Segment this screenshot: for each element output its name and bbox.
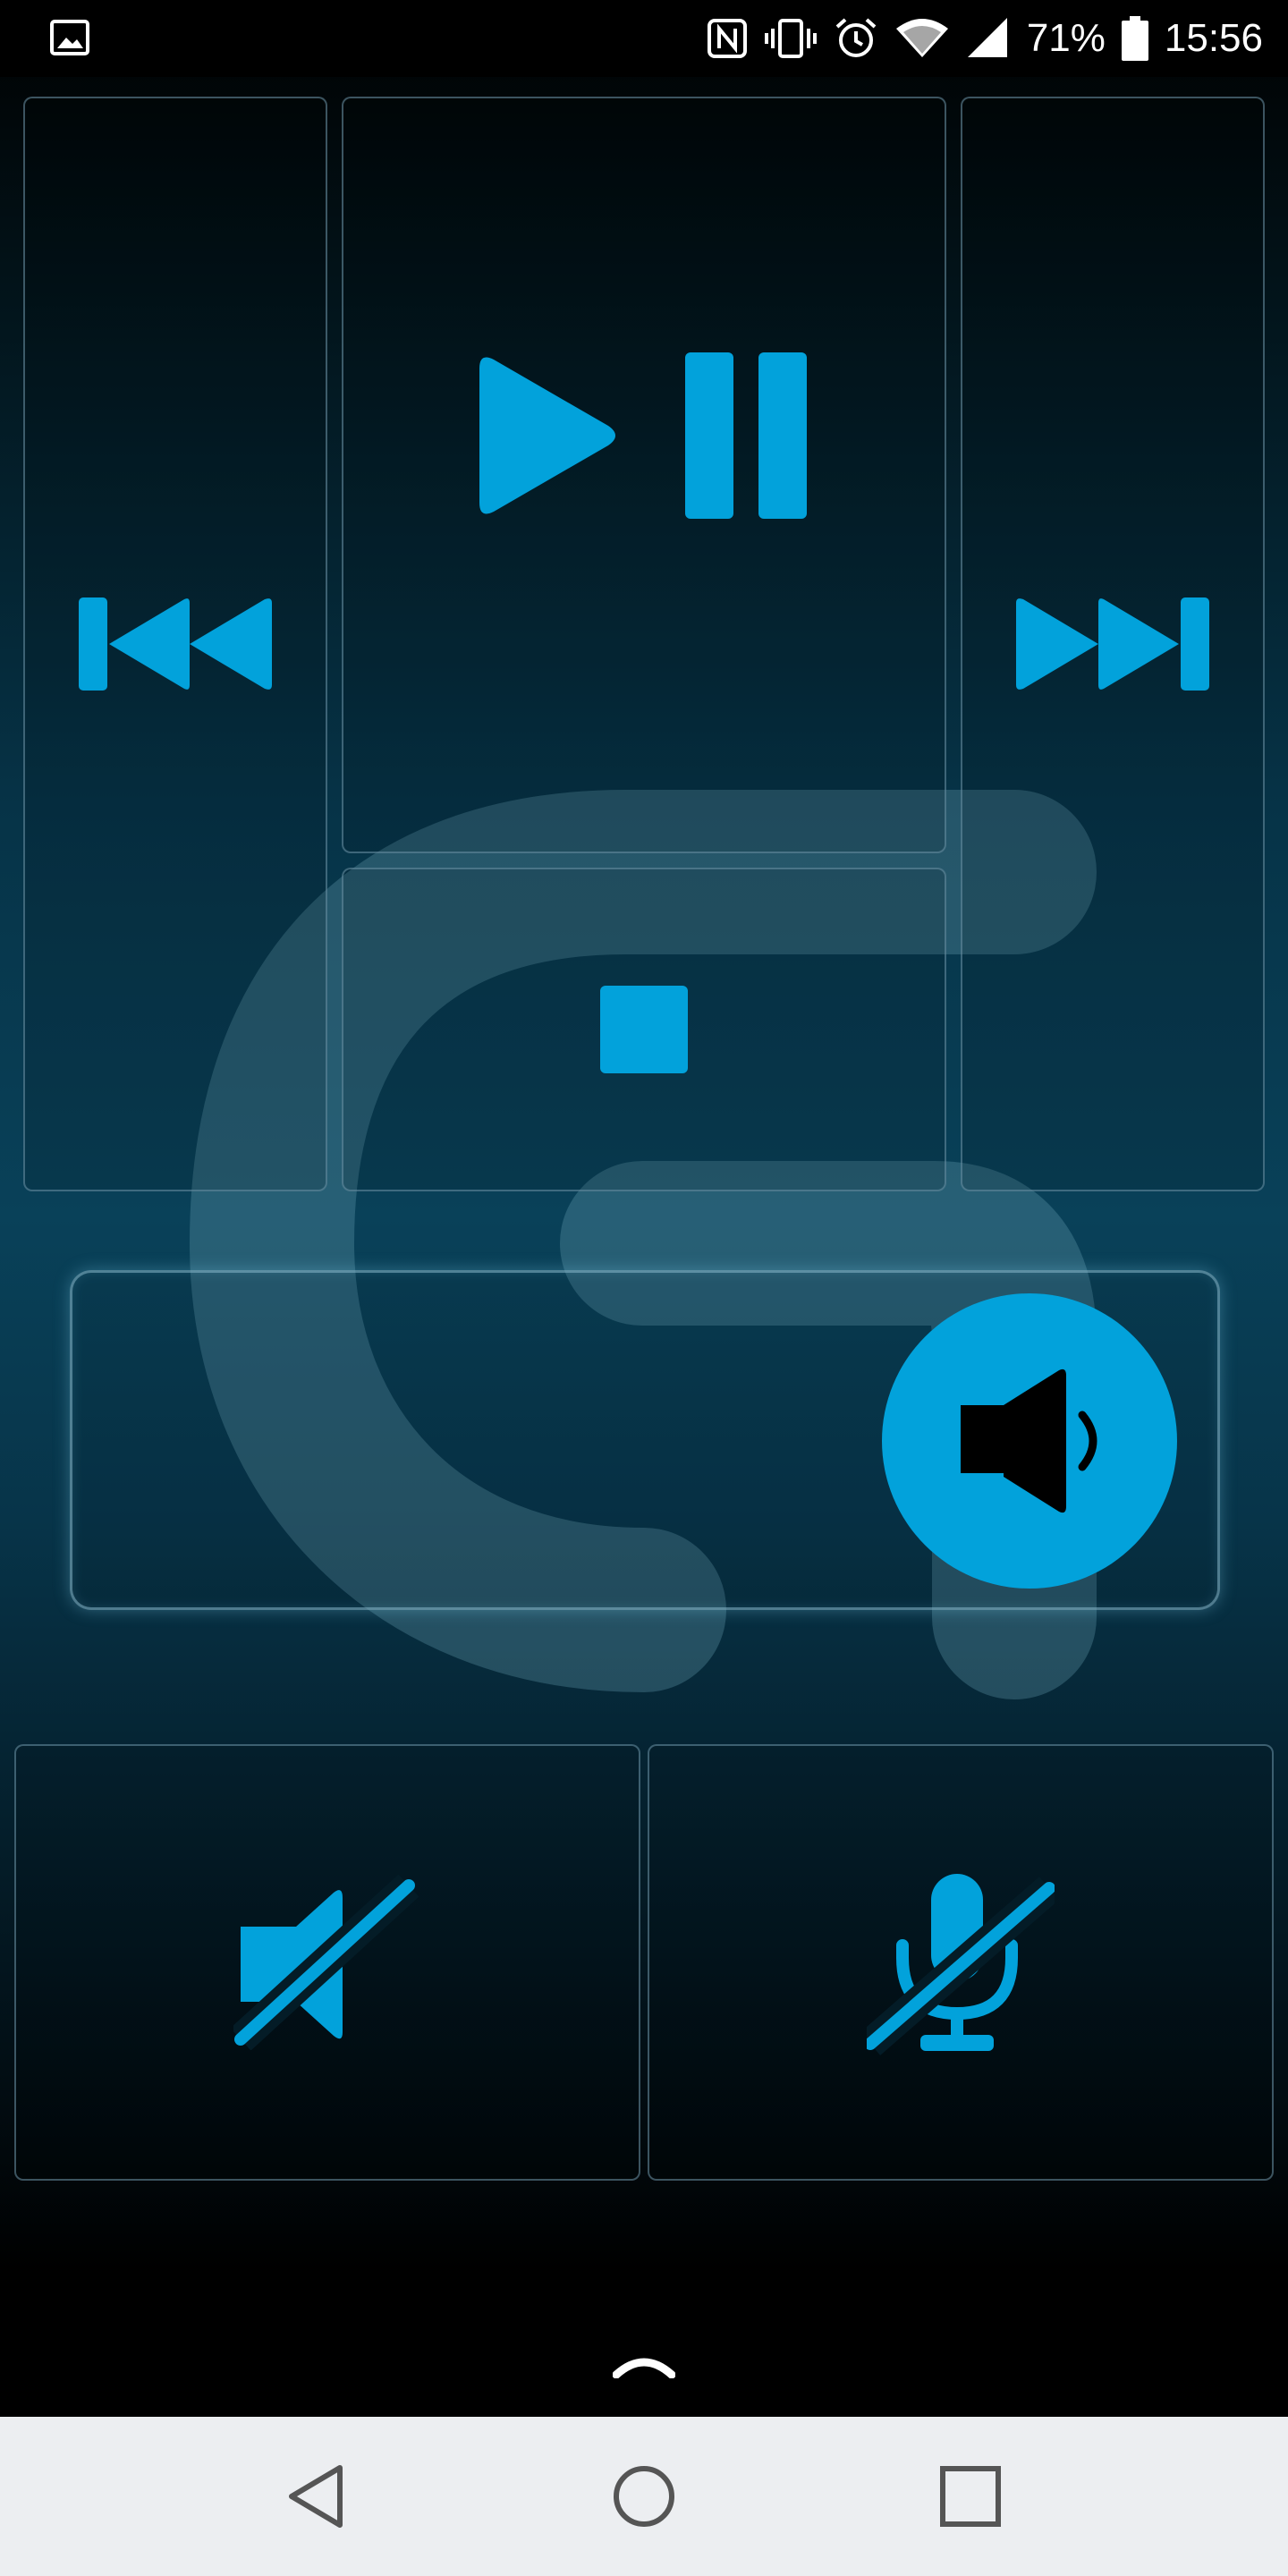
chevron-up-icon [613, 2358, 675, 2378]
system-navigation-bar [0, 2417, 1288, 2576]
expand-panel-button[interactable] [608, 2345, 680, 2385]
cellular-signal-icon [966, 16, 1011, 61]
play-pause-icon [479, 352, 807, 519]
stop-button[interactable] [342, 868, 946, 1191]
nfc-icon [707, 18, 748, 59]
microphone-off-icon [867, 1874, 1055, 2055]
volume-icon [961, 1368, 1097, 1513]
skip-next-icon [1016, 597, 1209, 691]
skip-previous-icon [79, 597, 272, 691]
mute-speaker-button[interactable] [14, 1744, 640, 2181]
volume-mute-icon [233, 1875, 419, 2050]
mute-microphone-button[interactable] [648, 1744, 1274, 2181]
stop-icon [600, 986, 688, 1073]
next-track-button[interactable] [961, 97, 1265, 1191]
battery-icon [1121, 16, 1148, 61]
home-circle-icon [614, 2466, 674, 2527]
status-icons: 71% 15:56 [707, 7, 1263, 70]
recents-button[interactable] [912, 2438, 1029, 2555]
wifi-icon [894, 16, 950, 61]
recents-square-icon [940, 2466, 1001, 2527]
previous-track-button[interactable] [23, 97, 327, 1191]
status-bar: 71% 15:56 [0, 0, 1288, 77]
vibrate-icon [764, 18, 818, 59]
home-button[interactable] [586, 2438, 702, 2555]
play-pause-button[interactable] [342, 97, 946, 853]
alarm-clock-icon [834, 16, 878, 61]
image-icon [50, 18, 89, 57]
back-triangle-icon [289, 2465, 343, 2528]
battery-percent: 71% [1026, 16, 1106, 60]
clock: 15:56 [1164, 16, 1263, 60]
back-button[interactable] [258, 2438, 374, 2555]
volume-slider-knob[interactable] [882, 1293, 1177, 1589]
